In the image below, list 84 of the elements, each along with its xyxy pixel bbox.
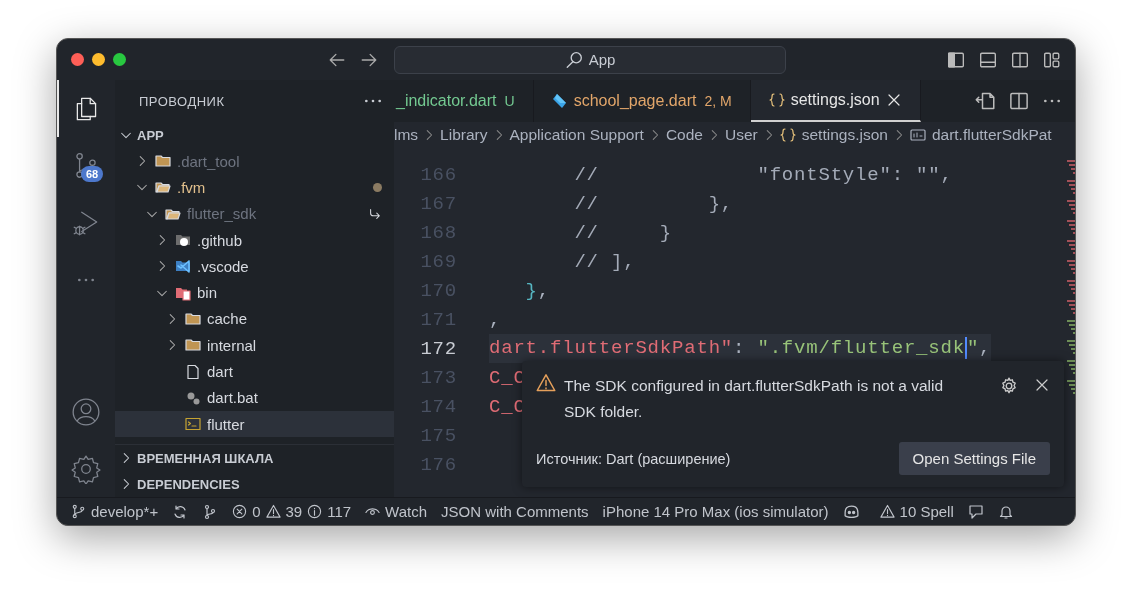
folder-icon	[185, 310, 201, 327]
layout-grid-icon	[1043, 50, 1061, 69]
breadcrumb-item[interactable]: dart.flutterSdkPat	[931, 126, 1052, 144]
settings-icon	[1000, 377, 1018, 395]
error-icon	[232, 504, 248, 519]
folder-icon	[155, 153, 171, 170]
branch-name[interactable]: develop*+	[91, 503, 159, 520]
warning-icon	[879, 504, 895, 519]
warning-icon	[536, 373, 556, 393]
spell-count[interactable]: 10 Spell	[899, 503, 954, 520]
warning-icon	[265, 504, 281, 519]
split-layout-icon	[1011, 50, 1029, 69]
abc-icon	[909, 127, 926, 143]
code-line: // ],	[573, 250, 636, 273]
settings-icon	[71, 453, 101, 484]
section-header[interactable]: DEPENDENCIES	[115, 471, 246, 497]
code-line: // "fontStyle": "",	[573, 163, 953, 186]
bell-icon	[997, 503, 1014, 520]
breadcrumb-item[interactable]: lms	[394, 126, 419, 144]
code-line: // },	[573, 192, 734, 215]
tree-item[interactable]: .vscode	[115, 253, 394, 280]
file-icon	[185, 363, 201, 380]
open-folder-icon	[155, 179, 171, 196]
split-editor-icon	[1009, 91, 1029, 111]
notification-message: The SDK configured in dart.flutterSdkPath is not a valid SDK folder.	[564, 376, 945, 422]
editor-tab[interactable]: _indicator.dart U	[394, 80, 534, 122]
code-line: // }	[573, 221, 673, 244]
editor-tab[interactable]: settings.json	[750, 80, 921, 122]
status-item[interactable]: JSON with Comments	[441, 503, 589, 520]
tree-item[interactable]: .github	[115, 226, 394, 254]
dart-icon	[551, 93, 568, 109]
activity-button[interactable]: 68	[57, 137, 115, 194]
folder-icon	[185, 337, 201, 354]
vscode-folder-icon	[175, 258, 191, 275]
breadcrumb-item[interactable]: Application Support	[509, 126, 644, 144]
branch-icon	[71, 504, 86, 519]
code-line: },	[524, 279, 550, 302]
more-icon	[364, 99, 382, 103]
braces-icon	[768, 92, 785, 108]
account-icon	[71, 396, 101, 427]
more-icon	[1043, 99, 1061, 103]
sidebar-title: ПРОВОДНИК	[139, 93, 225, 109]
open-changes-icon	[975, 91, 995, 111]
tree-item[interactable]: internal	[115, 332, 394, 359]
tree-item[interactable]: bin	[115, 279, 394, 306]
symlink-arrow-icon	[368, 206, 382, 221]
breadcrumb-item[interactable]: Code	[665, 126, 703, 144]
error-count[interactable]: 0	[252, 503, 261, 520]
zoom-window-button[interactable]	[113, 53, 126, 66]
github-folder-icon	[175, 232, 191, 249]
minimize-window-button[interactable]	[92, 53, 105, 66]
copilot-icon	[842, 503, 860, 520]
search-icon	[564, 50, 583, 69]
line-number: 172	[419, 337, 457, 360]
warning-count[interactable]: 39	[285, 503, 303, 520]
code-line: dart.flutterSdkPath": ".fvm/flutter_sdk",	[489, 337, 992, 360]
editor-tab[interactable]: school_page.dart 2, M	[533, 80, 751, 122]
sidebar-toggle-icon	[947, 50, 965, 69]
terminal-icon	[185, 416, 201, 433]
breadcrumb-item[interactable]: Library	[440, 126, 488, 144]
count-badge: 68	[81, 166, 104, 182]
panel-toggle-icon	[979, 50, 997, 69]
more-icon	[77, 277, 95, 282]
braces-icon	[779, 127, 796, 143]
tree-item[interactable]: cache	[115, 305, 394, 333]
status-item[interactable]: iPhone 14 Pro Max (ios simulator)	[602, 503, 829, 520]
watch-label[interactable]: Watch	[385, 503, 428, 520]
breadcrumb-item[interactable]: settings.json	[801, 126, 888, 144]
tree-item[interactable]: .fvm	[115, 174, 394, 201]
info-icon	[307, 504, 323, 519]
close-window-button[interactable]	[71, 53, 84, 66]
info-count[interactable]: 117	[327, 503, 352, 520]
notification-source: Источник: Dart (расширение)	[536, 450, 731, 467]
section-header[interactable]: APP	[115, 122, 394, 148]
breadcrumb-item[interactable]: User	[725, 126, 758, 144]
section-header[interactable]: ВРЕМЕННАЯ ШКАЛА	[115, 445, 280, 471]
tree-item[interactable]: dart	[115, 358, 394, 385]
open-settings-button[interactable]: Open Settings File	[898, 442, 1050, 475]
tree-item[interactable]: flutter	[115, 410, 394, 438]
code-line: ,	[489, 308, 502, 331]
close-icon	[1034, 377, 1050, 393]
command-search-field[interactable]: App	[394, 45, 786, 74]
tree-item[interactable]: dart.bat	[115, 384, 394, 411]
feedback-icon	[967, 503, 984, 520]
